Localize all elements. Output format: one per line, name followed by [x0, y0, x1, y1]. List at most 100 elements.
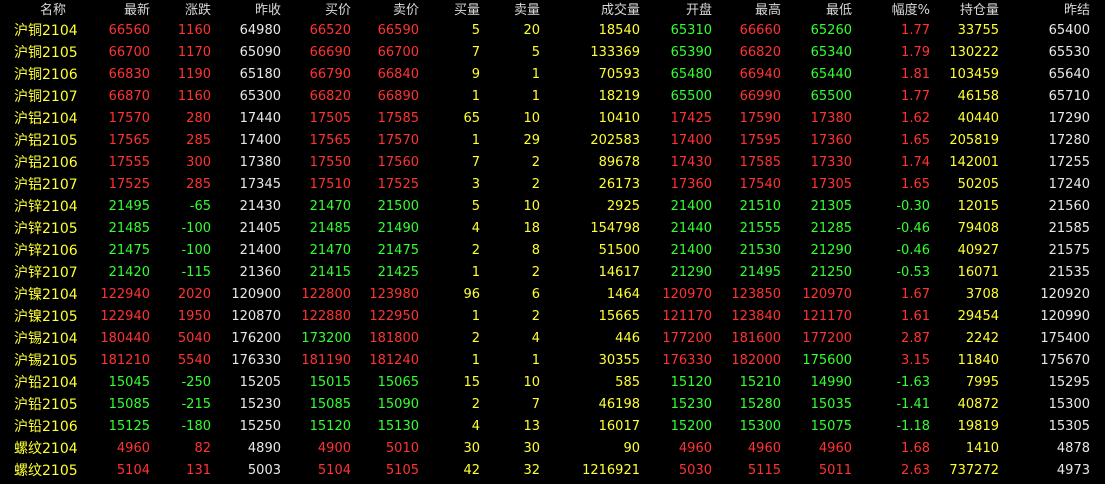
cell-prev-settle: 120990 — [1040, 309, 1090, 324]
cell-low: 14990 — [810, 375, 852, 390]
cell-ask-vol: 10 — [523, 111, 540, 126]
cell-ask-vol: 10 — [523, 375, 540, 390]
cell-oi: 40927 — [957, 243, 999, 258]
table-row[interactable]: 沪锡2104 180440 5040 176200 173200 181800 2 4 446 1… — [0, 328, 1105, 350]
cell-oi: 205819 — [949, 133, 999, 148]
table-row[interactable]: 沪铜2104 66560 1160 64980 66520 66590 5 20 18540 65… — [0, 20, 1105, 42]
cell-low: 21250 — [810, 265, 852, 280]
cell-ask-vol: 1 — [531, 353, 540, 368]
cell-low: 65260 — [810, 23, 852, 38]
cell-prev-settle: 17240 — [1048, 177, 1090, 192]
table-row[interactable]: 沪铝2105 17565 285 17400 17565 17570 1 29 202583 17… — [0, 130, 1105, 152]
cell-ask-vol: 2 — [531, 309, 540, 324]
cell-low: 17330 — [810, 155, 852, 170]
cell-low: 21290 — [810, 243, 852, 258]
cell-prev-settle: 17290 — [1048, 111, 1090, 126]
column-header-row: 名称 最新 涨跌 昨收 买价 卖价 买量 卖量 成交量 开盘 最高 最低 幅度% 持仓量 昨结 — [0, 0, 1105, 22]
cell-low: 5011 — [818, 463, 852, 478]
cell-oi: 11840 — [957, 353, 999, 368]
cell-ask-vol: 1 — [531, 89, 540, 104]
cell-prev-settle: 65400 — [1048, 23, 1090, 38]
cell-prev-settle: 4878 — [1056, 441, 1090, 456]
cell-ask-vol: 13 — [523, 419, 540, 434]
table-row[interactable]: 沪锌2104 21495 -65 21430 21470 21500 5 10 2925 2140… — [0, 196, 1105, 218]
table-row[interactable]: 沪铜2107 66870 1160 65300 66820 66890 1 1 18219 655… — [0, 86, 1105, 108]
cell-prev-settle: 21575 — [1048, 243, 1090, 258]
table-row[interactable]: 沪铅2104 15045 -250 15205 15015 15065 15 10 585 151… — [0, 372, 1105, 394]
cell-prev-settle: 4973 — [1056, 463, 1090, 478]
futures-quote-board: 名称 最新 涨跌 昨收 买价 卖价 买量 卖量 成交量 开盘 最高 最低 幅度% 持仓量 昨结 沪铜2104… — [0, 0, 1105, 484]
table-row[interactable]: 沪铜2105 66700 1170 65090 66690 66700 7 5 133369 65… — [0, 42, 1105, 64]
cell-ask-vol: 10 — [523, 199, 540, 214]
table-row[interactable]: 沪铜2106 66830 1190 65180 66790 66840 9 1 70593 654… — [0, 64, 1105, 86]
table-row[interactable]: 沪铝2106 17555 300 17380 17550 17560 7 2 89678 1743… — [0, 152, 1105, 174]
column-header-oi[interactable]: 持仓量 — [909, 0, 999, 22]
cell-ask-vol: 30 — [523, 441, 540, 456]
cell-oi: 50205 — [957, 177, 999, 192]
cell-ask-vol: 20 — [523, 23, 540, 38]
table-row[interactable]: 沪铝2104 17570 280 17440 17505 17585 65 10 10410 17… — [0, 108, 1105, 130]
cell-prev-settle: 175670 — [1040, 353, 1090, 368]
cell-ask-vol: 32 — [523, 463, 540, 478]
cell-ask-vol: 2 — [531, 155, 540, 170]
table-row[interactable]: 沪锌2107 21420 -115 21360 21415 21425 1 2 14617 212… — [0, 262, 1105, 284]
cell-prev-settle: 17280 — [1048, 133, 1090, 148]
cell-prev-settle: 65530 — [1048, 45, 1090, 60]
table-row[interactable]: 沪铅2106 15125 -180 15250 15120 15130 4 13 16017 15… — [0, 416, 1105, 438]
cell-low: 21305 — [810, 199, 852, 214]
cell-prev-settle: 17255 — [1048, 155, 1090, 170]
cell-low: 21285 — [810, 221, 852, 236]
cell-oi: 79408 — [957, 221, 999, 236]
cell-ask-vol: 7 — [531, 397, 540, 412]
cell-prev-settle: 65710 — [1048, 89, 1090, 104]
table-row[interactable]: 沪锡2105 181210 5540 176330 181190 181240 1 1 3035… — [0, 350, 1105, 372]
table-row[interactable]: 螺纹2104 4960 82 4890 4900 5010 30 30 90 4960 4960 49… — [0, 438, 1105, 460]
column-header-prev-settle[interactable]: 昨结 — [1000, 0, 1090, 22]
cell-prev-settle: 15295 — [1048, 375, 1090, 390]
cell-oi: 12015 — [957, 199, 999, 214]
cell-oi: 737272 — [949, 463, 999, 478]
table-row[interactable]: 沪铝2107 17525 285 17345 17510 17525 3 2 26173 1736… — [0, 174, 1105, 196]
table-row[interactable]: 螺纹2105 5104 131 5003 5104 5105 42 32 1216921 5030… — [0, 460, 1105, 482]
cell-oi: 2242 — [965, 331, 999, 346]
cell-low: 17305 — [810, 177, 852, 192]
cell-ask-vol: 29 — [523, 133, 540, 148]
table-row[interactable]: 沪镍2104 122940 2020 120900 122800 123980 96 6 146… — [0, 284, 1105, 306]
cell-oi: 33755 — [957, 23, 999, 38]
cell-oi: 19819 — [957, 419, 999, 434]
column-header-low[interactable]: 最低 — [762, 0, 852, 22]
cell-prev-settle: 21535 — [1048, 265, 1090, 280]
cell-oi: 40440 — [957, 111, 999, 126]
cell-prev-settle: 120920 — [1040, 287, 1090, 302]
cell-low: 4960 — [818, 441, 852, 456]
table-row[interactable]: 沪镍2105 122940 1950 120870 122880 122950 1 2 1566… — [0, 306, 1105, 328]
cell-low: 65500 — [810, 89, 852, 104]
cell-oi: 40872 — [957, 397, 999, 412]
cell-ask-vol: 1 — [531, 67, 540, 82]
cell-low: 15035 — [810, 397, 852, 412]
cell-oi: 130222 — [949, 45, 999, 60]
table-row[interactable]: 沪锌2105 21485 -100 21405 21485 21490 4 18 154798 2… — [0, 218, 1105, 240]
cell-oi: 46158 — [957, 89, 999, 104]
cell-oi: 29454 — [957, 309, 999, 324]
cell-oi: 1410 — [965, 441, 999, 456]
cell-low: 177200 — [802, 331, 852, 346]
cell-ask-vol: 8 — [531, 243, 540, 258]
table-row[interactable]: 沪锌2106 21475 -100 21400 21470 21475 2 8 51500 214… — [0, 240, 1105, 262]
cell-oi: 103459 — [949, 67, 999, 82]
cell-low: 121170 — [802, 309, 852, 324]
cell-low: 17380 — [810, 111, 852, 126]
cell-ask-vol: 2 — [531, 177, 540, 192]
cell-ask-vol: 4 — [531, 331, 540, 346]
cell-low: 15075 — [810, 419, 852, 434]
table-row[interactable]: 沪铅2105 15085 -215 15230 15085 15090 2 7 46198 152… — [0, 394, 1105, 416]
cell-low: 65340 — [810, 45, 852, 60]
cell-prev-settle: 15300 — [1048, 397, 1090, 412]
cell-low: 120970 — [802, 287, 852, 302]
cell-oi: 7995 — [965, 375, 999, 390]
cell-prev-settle: 15305 — [1048, 419, 1090, 434]
column-header-ask-vol[interactable]: 卖量 — [450, 0, 540, 22]
cell-prev-settle: 21560 — [1048, 199, 1090, 214]
cell-low: 17360 — [810, 133, 852, 148]
cell-prev-settle: 65640 — [1048, 67, 1090, 82]
